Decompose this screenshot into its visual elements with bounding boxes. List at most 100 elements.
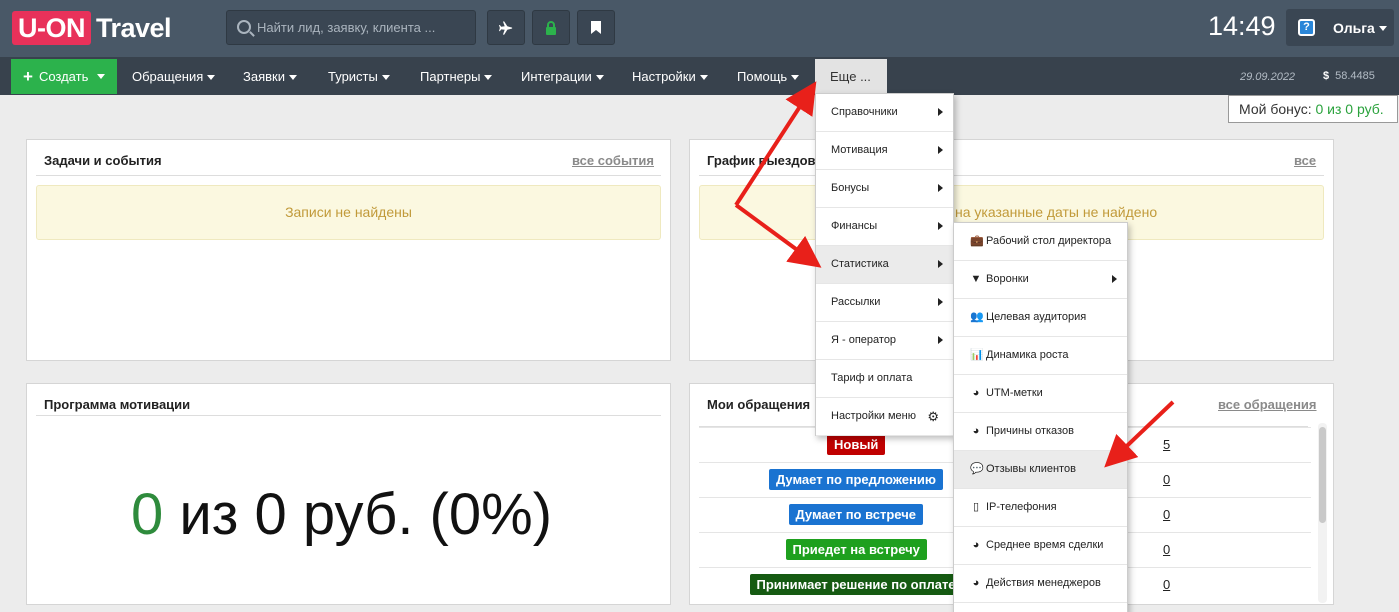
submenu-item[interactable]: 📊 Динамика роста	[954, 337, 1127, 375]
user-menu[interactable]: ? Ольга	[1286, 9, 1394, 46]
submenu-item-label: Рабочий стол директора	[986, 235, 1112, 247]
menu-item-label: Финансы	[831, 220, 878, 232]
gear-icon: ⚙	[927, 409, 939, 424]
panel-title: График выездов	[707, 153, 816, 168]
submenu-item[interactable]: 👥 Целевая аудитория	[954, 299, 1127, 337]
comments-icon: 💬	[970, 463, 984, 475]
scrollbar-thumb[interactable]	[1319, 427, 1326, 523]
submenu-item[interactable]: 💬 Отзывы клиентов	[954, 451, 1127, 489]
status-badge: Принимает решение по оплате	[749, 574, 963, 595]
lock-button[interactable]	[532, 10, 570, 45]
menu-item[interactable]: Финансы	[816, 208, 953, 246]
chevron-right-icon	[938, 260, 943, 268]
briefcase-icon: 💼	[970, 235, 984, 247]
pie-chart-icon: ◕	[972, 387, 980, 399]
divider	[699, 175, 1324, 176]
menu-item[interactable]: Статистика	[816, 246, 953, 284]
submenu-item[interactable]: ◕ Причины отказов	[954, 413, 1127, 451]
submenu-item-label: Целевая аудитория	[986, 311, 1087, 323]
menu-item[interactable]: Тариф и оплата	[816, 360, 953, 398]
nav-item-partners[interactable]: Партнеры	[420, 59, 493, 94]
bar-chart-icon: 📊	[970, 349, 984, 361]
status-count-link[interactable]: 0	[1163, 577, 1170, 592]
menu-item-label: Справочники	[831, 106, 898, 118]
menu-item-label: Мотивация	[831, 144, 888, 156]
chevron-down-icon	[1378, 26, 1387, 32]
panel-title: Программа мотивации	[44, 397, 191, 412]
clock: 14:49	[1208, 11, 1276, 41]
logo-mark: U-ON	[12, 11, 91, 45]
current-date: 29.09.2022	[1240, 71, 1296, 83]
divider	[36, 415, 661, 416]
divider	[36, 175, 661, 176]
nav-item-tourists[interactable]: Туристы	[328, 59, 390, 94]
submenu-item[interactable]: ▼ Воронки	[954, 261, 1127, 299]
menu-item[interactable]: Справочники	[816, 94, 953, 132]
submenu-item[interactable]: 💼 Рабочий стол директора	[954, 223, 1127, 261]
submenu-item-label: Среднее время сделки	[986, 539, 1104, 551]
status-count-link[interactable]: 5	[1163, 437, 1170, 452]
nav-item-settings[interactable]: Настройки	[632, 59, 708, 94]
nav-item-orders[interactable]: Заявки	[243, 59, 297, 94]
menu-item[interactable]: Настройки меню ⚙	[816, 398, 953, 436]
menu-item-label: Настройки меню	[831, 410, 916, 422]
submenu-item-label: Действия менеджеров	[986, 577, 1101, 589]
bookmark-icon	[591, 21, 601, 34]
chevron-down-icon	[791, 75, 800, 81]
menu-item-label: Бонусы	[831, 182, 870, 194]
nav-item-integrations[interactable]: Интеграции	[521, 59, 604, 94]
nav-item-requests[interactable]: Обращения	[132, 59, 216, 94]
all-events-link[interactable]: все события	[572, 153, 654, 168]
status-badge: Думает по встрече	[788, 504, 923, 525]
statistics-submenu: 💼 Рабочий стол директора ▼ Воронки 👥 Целевая …	[953, 222, 1128, 612]
submenu-item[interactable]: ▯ IP-телефония	[954, 489, 1127, 527]
logo-text: Travel	[96, 12, 172, 43]
nav-item-help[interactable]: Помощь	[737, 59, 800, 94]
menu-item[interactable]: Я - оператор	[816, 322, 953, 360]
create-label: Создать	[38, 69, 89, 84]
menu-item-label: Я - оператор	[831, 334, 897, 346]
chevron-right-icon	[938, 336, 943, 344]
nav-item-more[interactable]: Еще ...	[815, 59, 887, 95]
help-icon[interactable]: ?	[1298, 19, 1315, 36]
submenu-item[interactable]: ◕ Действия менеджеров	[954, 565, 1127, 603]
plane-icon	[499, 20, 513, 35]
status-count-link[interactable]: 0	[1163, 472, 1170, 487]
submenu-item-label: UTM-метки	[986, 387, 1043, 399]
panel-title: Задачи и события	[44, 153, 162, 168]
scrollbar[interactable]	[1318, 423, 1327, 603]
flights-button[interactable]	[487, 10, 525, 45]
chevron-down-icon	[381, 75, 390, 81]
empty-message: Записи не найдены	[36, 185, 661, 240]
menu-item[interactable]: Мотивация	[816, 132, 953, 170]
chevron-down-icon	[595, 75, 604, 81]
search-box	[226, 10, 476, 45]
search-input[interactable]	[257, 11, 472, 44]
submenu-item[interactable]: ◕ Среднее время сделки	[954, 527, 1127, 565]
chevron-down-icon	[97, 74, 106, 79]
logo[interactable]: U-ON Travel	[12, 11, 172, 45]
menu-item[interactable]: Рассылки	[816, 284, 953, 322]
menu-item[interactable]: Бонусы	[816, 170, 953, 208]
all-requests-link[interactable]: все обращения	[1218, 397, 1317, 412]
search-icon	[237, 20, 251, 34]
bookmark-button[interactable]	[577, 10, 615, 45]
submenu-item-label: Причины отказов	[986, 425, 1074, 437]
submenu-item[interactable]: ◕ UTM-метки	[954, 375, 1127, 413]
pie-chart-icon: ◕	[972, 425, 980, 437]
chevron-down-icon	[484, 75, 493, 81]
status-count-link[interactable]: 0	[1163, 542, 1170, 557]
chevron-down-icon	[699, 75, 708, 81]
status-badge: Приедет на встречу	[785, 539, 927, 560]
more-dropdown: Справочники Мотивация Бонусы Финансы Статист…	[815, 93, 954, 436]
lock-icon	[546, 20, 556, 35]
all-schedule-link[interactable]: все	[1294, 153, 1316, 168]
create-button[interactable]: + Создать	[11, 59, 117, 94]
chevron-right-icon	[1112, 275, 1117, 283]
menu-item-label: Тариф и оплата	[831, 372, 913, 384]
status-count-link[interactable]: 0	[1163, 507, 1170, 522]
chevron-right-icon	[938, 184, 943, 192]
submenu-item-label: Воронки	[986, 273, 1029, 285]
menu-item-label: Статистика	[831, 258, 889, 270]
users-icon: 👥	[970, 311, 984, 323]
